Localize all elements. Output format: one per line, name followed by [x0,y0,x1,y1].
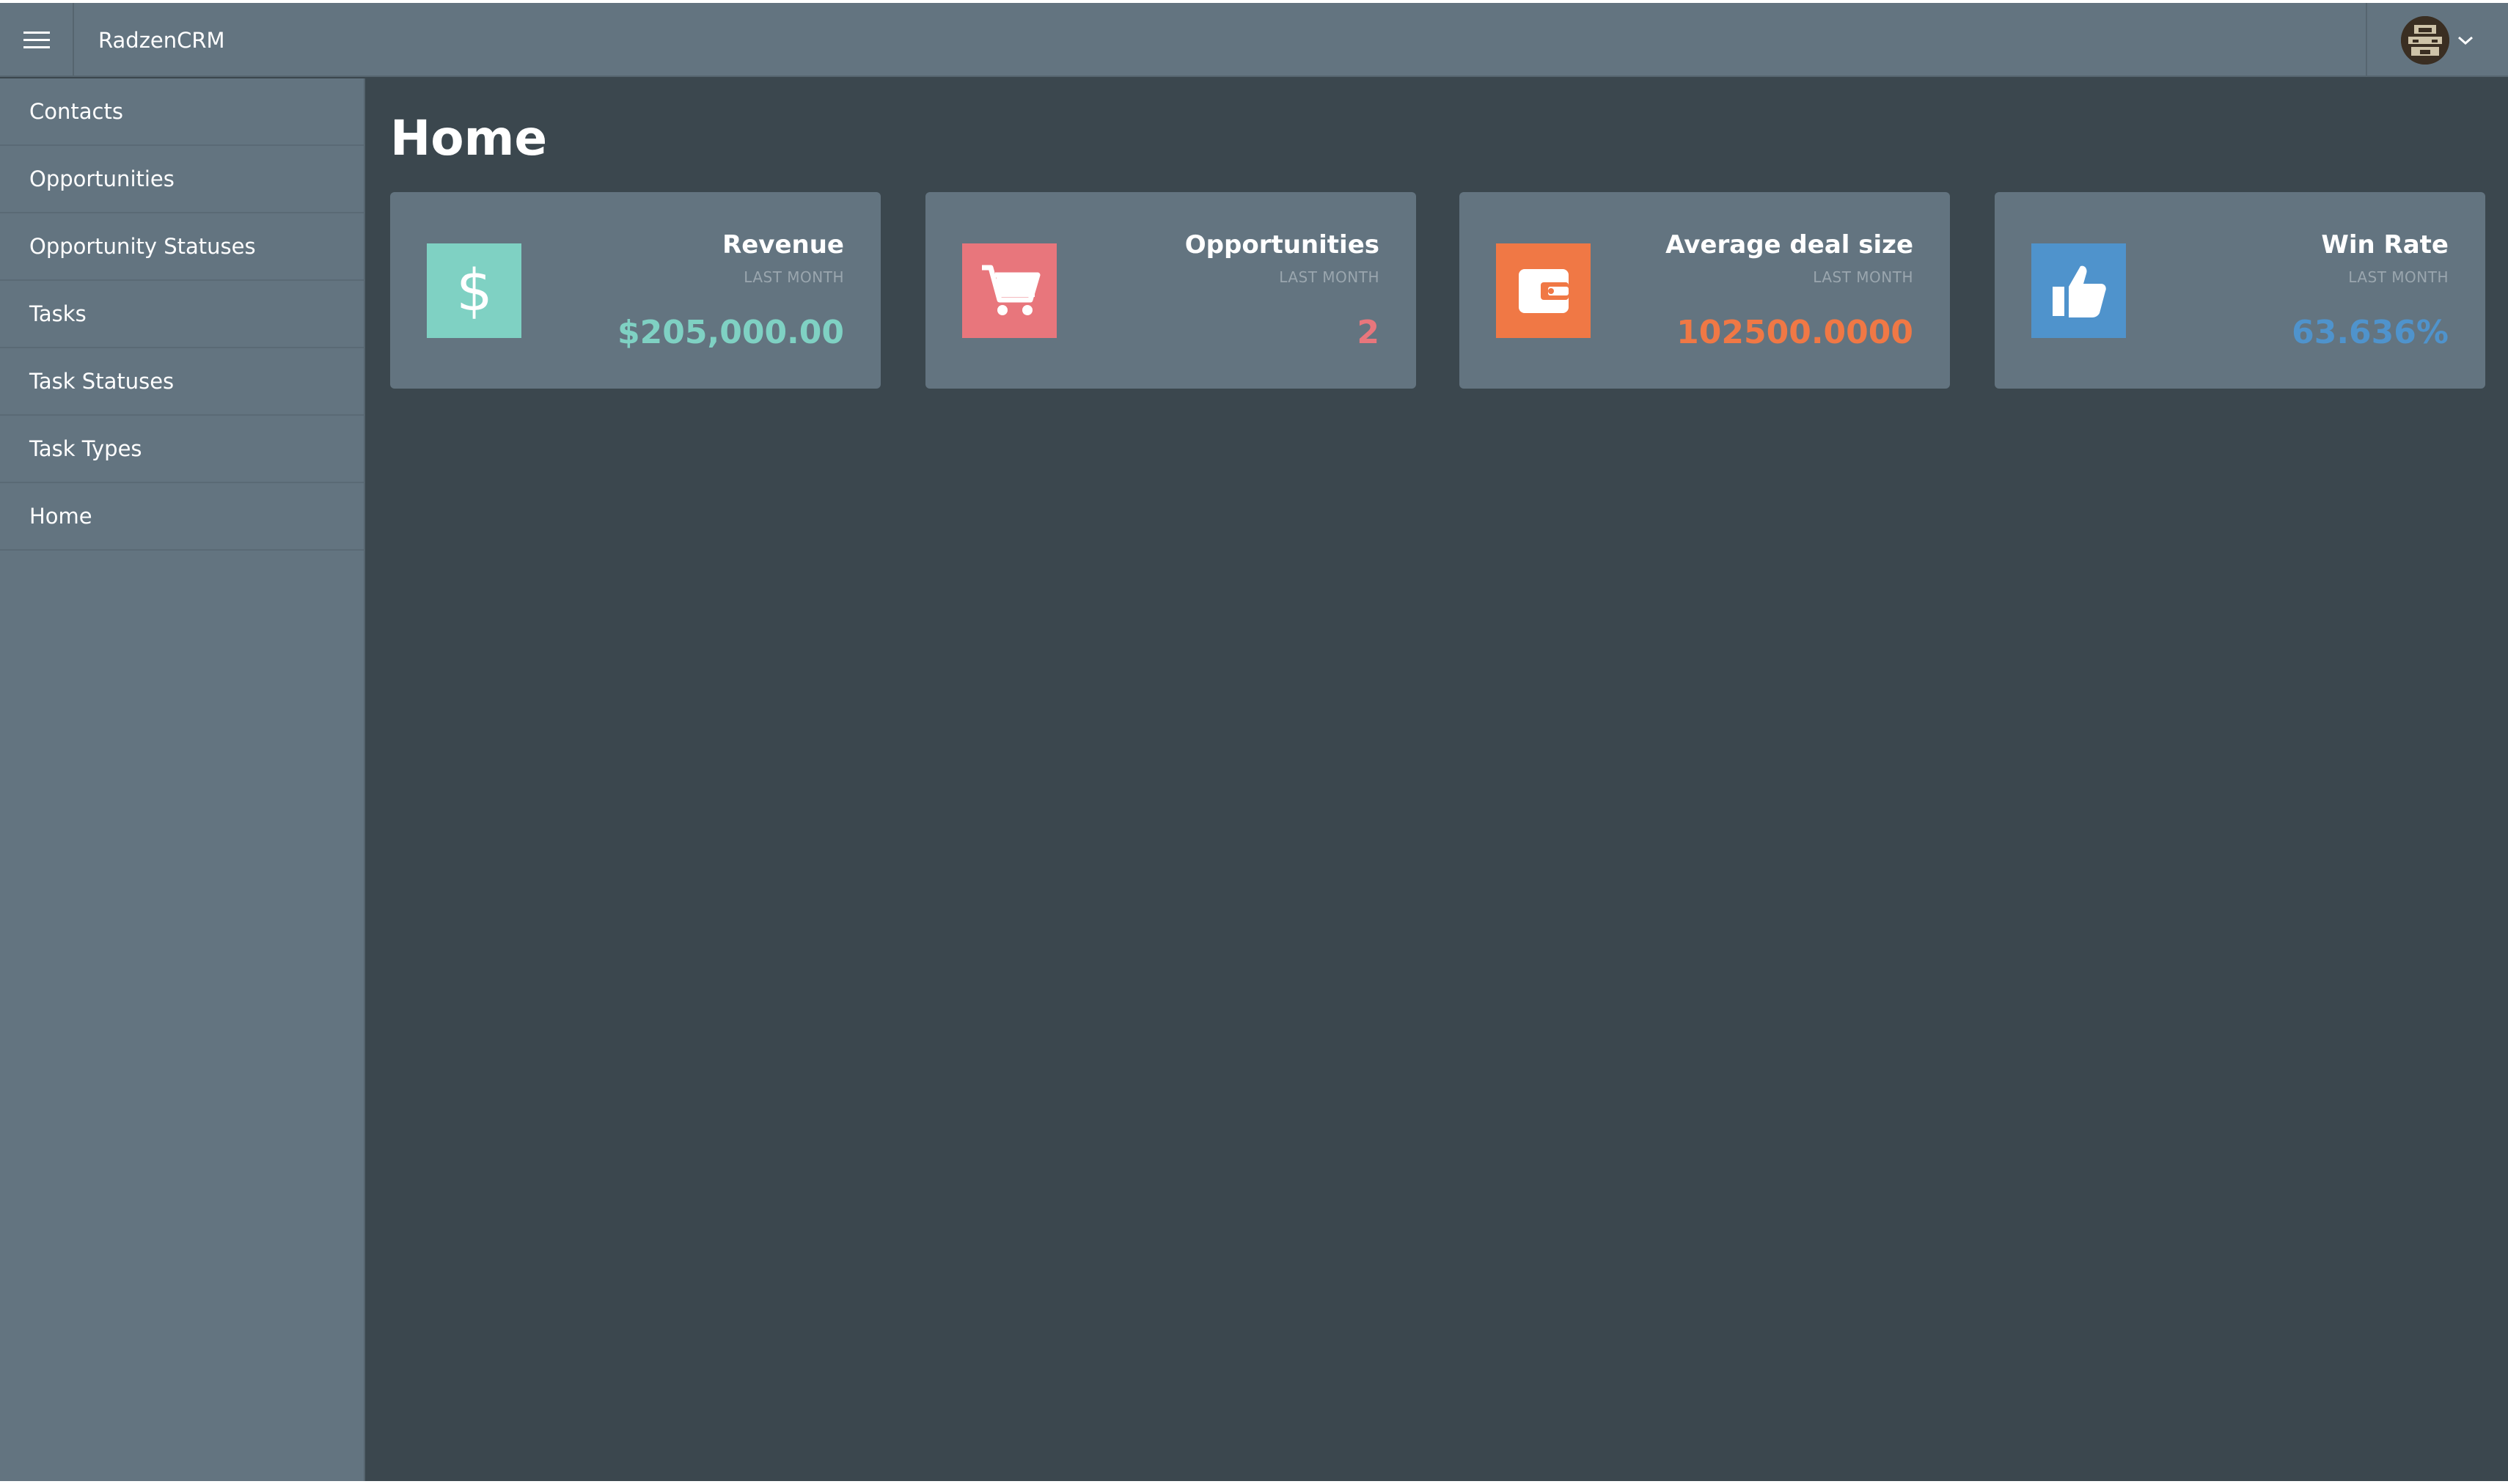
sidebar-item-contacts[interactable]: Contacts [0,78,364,146]
page-title: Home [390,110,548,166]
chevron-down-icon [2458,36,2473,45]
win-rate-card: Win Rate LAST MONTH 63.636% [1995,192,2485,389]
card-subtitle: LAST MONTH [1279,268,1379,286]
opportunities-card: Opportunities LAST MONTH 2 [925,192,1416,389]
average-deal-size-card: Average deal size LAST MONTH 102500.0000 [1459,192,1950,389]
sidebar-item-task-types[interactable]: Task Types [0,416,364,483]
average-deal-size-icon-box [1496,243,1591,338]
revenue-card: $ Revenue LAST MONTH $205,000.00 [390,192,881,389]
card-value: $205,000.00 [617,314,844,351]
sidebar-item-label: Task Types [29,436,142,461]
card-title: Opportunities [1184,230,1379,260]
sidebar-item-label: Tasks [29,301,87,326]
profile-menu[interactable] [2366,3,2508,77]
thumbs-up-icon [2052,265,2106,317]
sidebar-item-label: Opportunities [29,166,175,191]
svg-text:$: $ [456,262,493,320]
app-window: RadzenCRM Contacts Opportunities Opportu… [0,3,2508,1481]
menu-toggle-button[interactable] [0,3,74,77]
card-value: 63.636% [2292,314,2449,351]
card-title: Average deal size [1665,230,1913,260]
sidebar-nav: Contacts Opportunities Opportunity Statu… [0,78,365,1481]
sidebar-item-opportunities[interactable]: Opportunities [0,146,364,213]
sidebar-item-label: Task Statuses [29,369,175,394]
hamburger-menu-icon [23,31,50,48]
wallet-icon [1518,268,1569,313]
sidebar-item-home[interactable]: Home [0,483,364,551]
sidebar-item-label: Contacts [29,99,123,124]
card-title: Revenue [722,230,844,260]
shopping-cart-icon [981,265,1040,315]
card-title: Win Rate [2321,230,2449,260]
card-value: 2 [1357,314,1379,351]
sidebar-item-label: Home [29,504,92,529]
card-subtitle: LAST MONTH [744,268,844,286]
card-value: 102500.0000 [1676,314,1913,351]
revenue-icon-box: $ [427,243,521,338]
sidebar-item-task-statuses[interactable]: Task Statuses [0,348,364,416]
win-rate-icon-box [2031,243,2126,338]
sidebar-item-tasks[interactable]: Tasks [0,281,364,348]
dollar-icon: $ [456,262,493,320]
card-subtitle: LAST MONTH [1813,268,1913,286]
card-subtitle: LAST MONTH [2348,268,2449,286]
app-brand[interactable]: RadzenCRM [98,3,225,77]
sidebar-item-opportunity-statuses[interactable]: Opportunity Statuses [0,213,364,281]
top-header: RadzenCRM [0,3,2508,77]
sidebar-item-label: Opportunity Statuses [29,234,256,259]
avatar [2401,15,2449,65]
opportunities-icon-box [962,243,1057,338]
